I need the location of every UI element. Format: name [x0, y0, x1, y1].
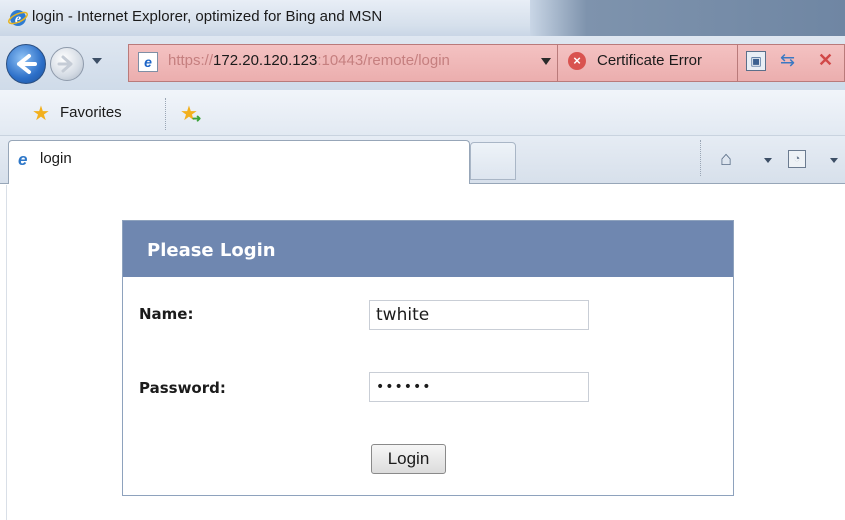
title-bar-shade — [530, 0, 845, 36]
favorites-button[interactable]: Favorites — [60, 104, 122, 121]
password-label: Password: — [139, 379, 226, 397]
url-text[interactable]: https://172.20.120.123:10443/remote/logi… — [168, 52, 450, 69]
tab-ie-icon: e — [18, 150, 28, 169]
name-input[interactable] — [369, 300, 589, 330]
ie-icon: e — [8, 10, 28, 27]
name-label: Name: — [139, 305, 194, 323]
new-tab-button[interactable] — [470, 142, 516, 180]
home-icon[interactable]: ⌂ — [720, 148, 732, 171]
feeds-dropdown[interactable] — [830, 158, 838, 163]
add-favorites-arrow-icon: ➜ — [192, 113, 202, 125]
home-dropdown[interactable] — [764, 158, 772, 163]
password-input[interactable]: •••••• — [369, 372, 589, 402]
refresh-icon[interactable]: ⇆ — [780, 50, 795, 71]
recent-pages-dropdown[interactable] — [92, 58, 102, 64]
address-dropdown[interactable] — [541, 58, 551, 65]
favorites-divider — [165, 98, 167, 130]
login-title: Please Login — [147, 240, 276, 261]
back-icon — [17, 54, 37, 74]
back-button[interactable] — [6, 44, 46, 84]
url-host: 172.20.120.123 — [213, 52, 318, 69]
page-border — [6, 185, 7, 520]
stop-icon[interactable]: ✕ — [818, 50, 833, 71]
url-prefix: https:// — [168, 52, 214, 69]
compatibility-icon[interactable]: ▣ — [746, 51, 766, 71]
window-title: login - Internet Explorer, optimized for… — [32, 8, 383, 25]
certificate-error-label[interactable]: Certificate Error — [597, 52, 702, 69]
forward-icon — [57, 55, 73, 73]
address-divider — [557, 44, 558, 82]
feeds-icon[interactable]: ◔ — [788, 150, 806, 168]
command-bar-divider — [700, 140, 702, 176]
favorites-bar — [0, 90, 845, 136]
tab-label[interactable]: login — [40, 150, 72, 167]
certificate-error-icon[interactable]: × — [568, 52, 586, 70]
login-button[interactable]: Login — [371, 444, 446, 474]
address-divider — [737, 44, 738, 82]
url-suffix: :10443/remote/login — [317, 52, 450, 69]
favorites-star-icon[interactable]: ★ — [32, 104, 50, 124]
page-icon: e — [138, 52, 158, 72]
forward-button[interactable] — [50, 47, 84, 81]
tab-login[interactable] — [8, 140, 470, 184]
